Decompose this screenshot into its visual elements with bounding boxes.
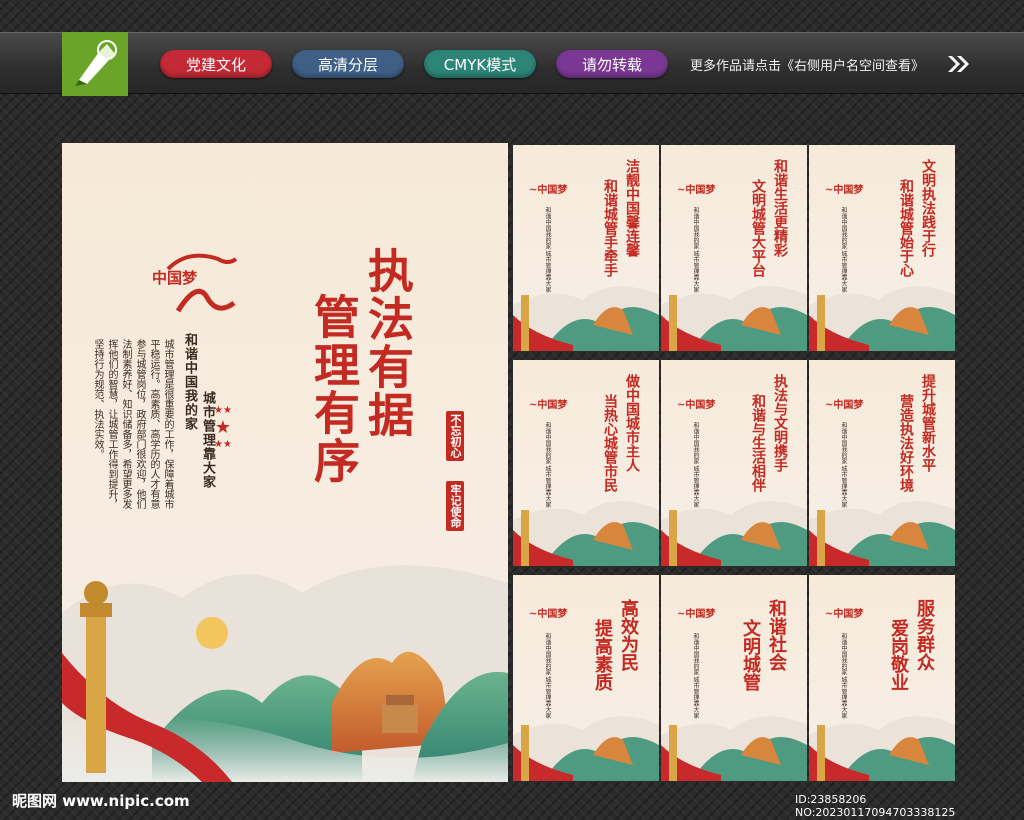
tag-party-culture[interactable]: 党建文化 <box>160 50 272 78</box>
main-subtitle-line1: 和谐中国我的家 <box>182 333 197 431</box>
small-logo: ~中国梦 <box>825 609 864 620</box>
small-poster-5: ~中国梦 执法与文明携手 和谐与生活相伴 和谐中国我的家 城市管理靠大家 <box>661 360 807 566</box>
small-poster-2: ~中国梦 和谐生活更精彩 文明城管大平台 和谐中国我的家 城市管理靠大家 <box>661 145 807 351</box>
star-icon: ★ <box>214 417 232 438</box>
small-logo: ~中国梦 <box>677 400 716 411</box>
china-dream-logo: 中国梦 <box>148 239 240 319</box>
small-title-line1: 提升城管新水平 <box>920 374 936 472</box>
small-title-line2: 文明城管 <box>740 619 761 691</box>
small-title-line1: 和谐生活更精彩 <box>772 159 788 257</box>
small-subtitle: 和谐中国我的家 城市管理靠大家 <box>544 207 551 293</box>
logo-text: 中国梦 <box>152 269 198 287</box>
small-poster-6: ~中国梦 提升城管新水平 营造执法好环境 和谐中国我的家 城市管理靠大家 <box>809 360 955 566</box>
small-logo: ~中国梦 <box>825 400 864 411</box>
tag-cmyk-mode[interactable]: CMYK模式 <box>424 50 536 78</box>
small-title-line1: 执法与文明携手 <box>772 374 788 472</box>
small-title-line2: 和谐与生活相伴 <box>750 394 766 492</box>
image-id: ID:23858206 NO:20230117094703338125 <box>795 793 956 819</box>
pen-icon <box>75 40 117 86</box>
main-body-text: 城市管理是很重要的工作，保障着城市平稳运行。高素质、高学历的人才有意参与城管岗位… <box>92 339 173 509</box>
small-title-line2: 营造执法好环境 <box>898 394 914 492</box>
small-title-line2: 文明城管大平台 <box>750 179 766 277</box>
seal-line2: 牢记使命 <box>446 481 464 531</box>
small-title-line1: 服务群众 <box>914 599 935 671</box>
brand-logo[interactable] <box>62 32 128 96</box>
small-logo: ~中国梦 <box>825 185 864 196</box>
star-icon: ★★ <box>214 405 232 416</box>
small-logo: ~中国梦 <box>677 185 716 196</box>
stars-decoration: ★★ ★ ★★ <box>212 405 234 451</box>
tag-hd-layers[interactable]: 高清分层 <box>292 50 404 78</box>
small-subtitle: 和谐中国我的家 城市管理靠大家 <box>692 633 699 719</box>
small-poster-9: ~中国梦 服务群众 爱岗敬业 和谐中国我的家 城市管理靠大家 <box>809 575 955 781</box>
star-icon: ★★ <box>214 439 232 450</box>
more-works-link[interactable]: 更多作品请点击《右侧用户名空间查看》 <box>690 55 924 74</box>
double-arrow-icon[interactable] <box>946 54 972 74</box>
small-poster-1: ~中国梦 洁靓中国馨连馨 和谐城管手牵手 和谐中国我的家 城市管理靠大家 <box>513 145 659 351</box>
small-logo: ~中国梦 <box>529 609 568 620</box>
small-title-line1: 洁靓中国馨连馨 <box>624 159 640 257</box>
small-title-line2: 爱岗敬业 <box>888 619 909 691</box>
main-poster: 中国梦 执法有据 管理有序 不忘初心 牢记使命 和谐中国我的家 城市管理靠大家 … <box>62 143 508 782</box>
site-watermark[interactable]: 昵图网 www.nipic.com <box>12 790 190 811</box>
main-title-line1: 执法有据 <box>361 247 415 439</box>
small-subtitle: 和谐中国我的家 城市管理靠大家 <box>840 633 847 719</box>
small-title-line1: 高效为民 <box>618 599 639 671</box>
small-subtitle: 和谐中国我的家 城市管理靠大家 <box>692 422 699 508</box>
small-subtitle: 和谐中国我的家 城市管理靠大家 <box>692 207 699 293</box>
tag-no-repost[interactable]: 请勿转载 <box>556 50 668 78</box>
small-subtitle: 和谐中国我的家 城市管理靠大家 <box>840 422 847 508</box>
small-title-line1: 文明执法践于行 <box>920 159 936 257</box>
small-title-line1: 和谐社会 <box>766 599 787 671</box>
small-logo: ~中国梦 <box>529 400 568 411</box>
small-title-line2: 和谐城管手牵手 <box>602 179 618 277</box>
small-title-line2: 当热心城管市民 <box>602 394 618 492</box>
small-subtitle: 和谐中国我的家 城市管理靠大家 <box>544 633 551 719</box>
small-poster-8: ~中国梦 和谐社会 文明城管 和谐中国我的家 城市管理靠大家 <box>661 575 807 781</box>
small-title-line2: 和谐城管始于心 <box>898 179 914 277</box>
small-logo: ~中国梦 <box>677 609 716 620</box>
small-subtitle: 和谐中国我的家 城市管理靠大家 <box>544 422 551 508</box>
seal-line1: 不忘初心 <box>446 411 464 461</box>
small-subtitle: 和谐中国我的家 城市管理靠大家 <box>840 207 847 293</box>
small-poster-4: ~中国梦 做中国城市主人 当热心城管市民 和谐中国我的家 城市管理靠大家 <box>513 360 659 566</box>
small-poster-7: ~中国梦 高效为民 提高素质 和谐中国我的家 城市管理靠大家 <box>513 575 659 781</box>
main-title-line2: 管理有序 <box>307 293 361 485</box>
small-poster-3: ~中国梦 文明执法践于行 和谐城管始于心 和谐中国我的家 城市管理靠大家 <box>809 145 955 351</box>
small-logo: ~中国梦 <box>529 185 568 196</box>
small-title-line1: 做中国城市主人 <box>624 374 640 472</box>
small-title-line2: 提高素质 <box>592 619 613 691</box>
